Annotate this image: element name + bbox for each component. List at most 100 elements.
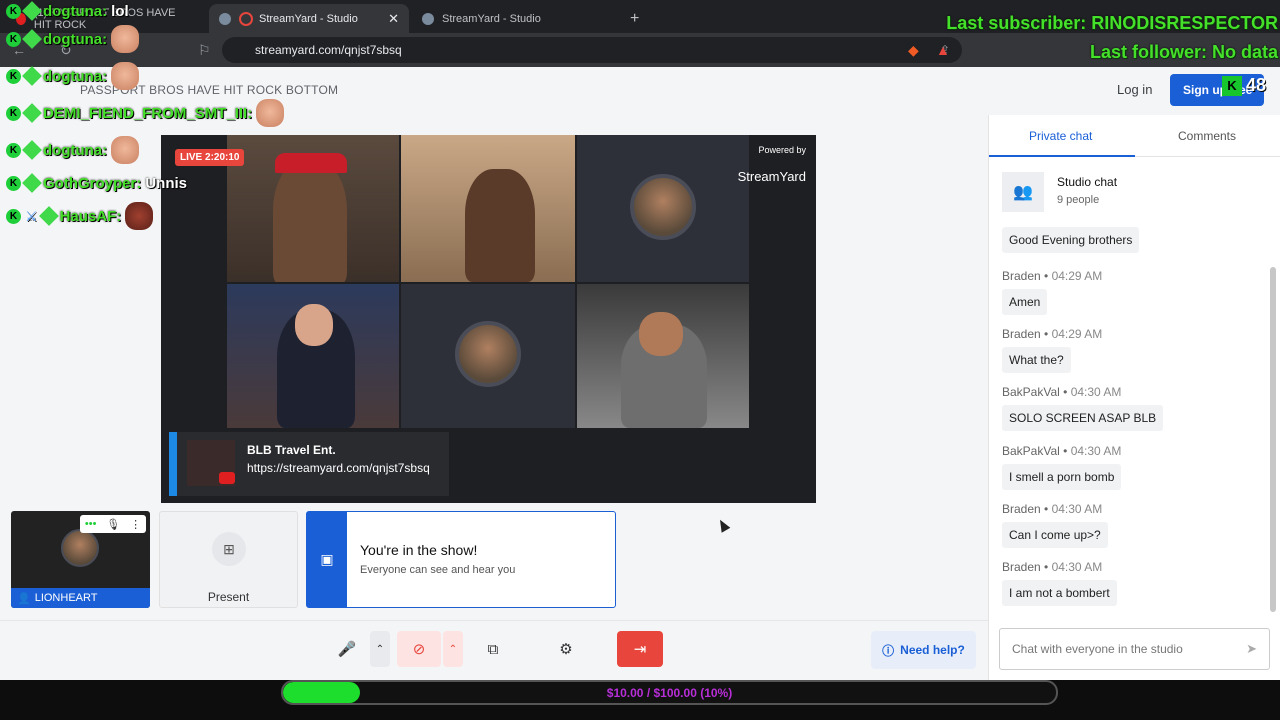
chat-message-text: SOLO SCREEN ASAP BLB: [1002, 405, 1164, 431]
kick-badge-icon: K: [6, 105, 21, 121]
chat-message-text: I smell a porn bomb: [1002, 464, 1122, 490]
camera-off-icon: ⊘: [412, 641, 426, 658]
streamyard-icon: [422, 12, 434, 25]
powered-by-text: Powered by: [758, 145, 806, 155]
kick-logo-icon: K: [1222, 75, 1242, 96]
user-card-icon: ▣: [307, 512, 347, 607]
chat-scrollbar[interactable]: [1270, 267, 1276, 612]
login-link[interactable]: Log in: [1117, 82, 1152, 97]
chat-time: 04:29 AM: [1051, 269, 1103, 283]
audio-level-icon: •••: [84, 518, 97, 530]
kick-badge-icon: K: [6, 31, 21, 47]
chevron-up-icon: ⌃: [375, 643, 385, 655]
need-help-button[interactable]: ⓘ Need help?: [871, 631, 976, 669]
browser-tab-studio[interactable]: StreamYard - Studio: [412, 4, 612, 33]
mouse-cursor-icon: [715, 517, 731, 533]
youtube-icon: [219, 472, 235, 484]
overlay-username: DEMI_FIEND_FROM_SMT_III:: [43, 104, 253, 122]
brave-shield-icon[interactable]: ◆: [908, 42, 919, 59]
chat-message-text: I am not a bombert: [1002, 580, 1117, 606]
self-name: LIONHEART: [34, 592, 98, 604]
participant-tile[interactable]: [577, 135, 749, 282]
overlay-chat-line: K dogtuna:: [6, 62, 140, 90]
kick-badge-icon: K: [6, 208, 21, 224]
participant-tile[interactable]: [401, 284, 575, 428]
url-text: streamyard.com/qnjst7sbsq: [255, 43, 402, 57]
streamyard-icon: [219, 12, 231, 25]
overlay-username: HausAF:: [59, 207, 122, 225]
chat-author: BakPakVal: [1002, 385, 1060, 399]
present-label: Present: [207, 590, 250, 604]
new-tab-button[interactable]: +: [620, 4, 644, 33]
url-field[interactable]: streamyard.com/qnjst7sbsq ⇪: [222, 37, 962, 63]
tab-label: StreamYard - Studio: [442, 12, 541, 25]
chat-message: Good Evening brothers: [1002, 225, 1140, 253]
chat-time: 04:30 AM: [1051, 560, 1103, 574]
camera-options-button[interactable]: ⌃: [443, 631, 463, 667]
help-icon: ⓘ: [882, 643, 895, 658]
viewer-counter: K 48: [1222, 75, 1266, 96]
share-screen-button[interactable]: ⧉: [475, 631, 511, 667]
bookmark-icon[interactable]: ⚐: [198, 42, 211, 59]
overlay-username: dogtuna:: [43, 2, 108, 20]
chat-message: Braden • 04:30 AM I am not a bombert: [1002, 560, 1117, 606]
participant-tile[interactable]: [227, 284, 399, 428]
sub-badge-icon: [22, 29, 42, 49]
close-icon[interactable]: ✕: [388, 11, 399, 27]
tab-comments[interactable]: Comments: [1178, 129, 1236, 143]
donation-goal-bar: $10.00 / $100.00 (10%): [281, 680, 1058, 705]
emote-icon: [111, 136, 140, 164]
overlay-chat-line: K ⚔ HausAF:: [6, 202, 154, 230]
more-options-icon[interactable]: ⋮: [130, 518, 141, 531]
emote-icon: [111, 25, 140, 53]
overlay-message: Unnis: [145, 174, 188, 192]
mic-options-button[interactable]: ⌃: [370, 631, 390, 667]
participant-avatar: [455, 321, 521, 387]
kick-badge-icon: K: [6, 142, 21, 158]
recording-icon: [239, 11, 253, 26]
chat-author: Braden: [1002, 502, 1041, 516]
chat-time: 04:29 AM: [1051, 327, 1103, 341]
studio-control-bar: 🎤 ⌃ ⊘ ⌃ ⧉ ⚙ ⇥ ⓘ Need help?: [0, 620, 988, 680]
camera-button[interactable]: ⊘: [397, 631, 441, 667]
in-show-card: ▣ You're in the show! Everyone can see a…: [306, 511, 616, 608]
chat-message-text: Amen: [1002, 289, 1048, 315]
person-icon: 👤: [17, 592, 31, 605]
chat-message: Braden • 04:29 AM What the?: [1002, 327, 1102, 373]
kick-badge-icon: K: [6, 68, 21, 84]
browser-tab-studio-active[interactable]: StreamYard - Studio ✕: [209, 4, 409, 33]
brave-rewards-icon[interactable]: ▲: [936, 42, 950, 58]
active-tab-indicator: [989, 155, 1135, 157]
send-icon[interactable]: ➤: [1246, 641, 1257, 657]
exit-icon: ⇥: [633, 641, 647, 658]
settings-button[interactable]: ⚙: [548, 631, 584, 667]
participant-tile[interactable]: [401, 135, 575, 282]
leave-studio-button[interactable]: ⇥: [617, 631, 663, 667]
mic-icon[interactable]: 🎙: [106, 518, 120, 531]
participant-tile[interactable]: [577, 284, 749, 428]
in-show-subtitle: Everyone can see and hear you: [360, 564, 516, 576]
sub-badge-icon: [22, 66, 42, 86]
kick-badge-icon: K: [6, 175, 21, 191]
viewer-count: 48: [1246, 75, 1267, 95]
mic-button[interactable]: 🎤: [330, 631, 364, 667]
chat-room-count: 9 people: [1057, 194, 1100, 206]
banner-title: BLB Travel Ent.: [247, 443, 336, 457]
tab-private-chat[interactable]: Private chat: [1029, 129, 1092, 143]
address-bar-row: ← ↻ ⚐ streamyard.com/qnjst7sbsq ⇪ ◆ ▲: [0, 33, 1280, 67]
overlay-username: GothGroyper:: [43, 174, 142, 192]
present-button[interactable]: ⊞ Present: [159, 511, 298, 608]
face-image: [295, 304, 333, 346]
present-screen-icon: ⊞: [212, 532, 246, 566]
participant-avatar: [630, 174, 696, 240]
emote-icon: [125, 202, 154, 230]
chat-panel: Private chat Comments 👥 Studio chat 9 pe…: [988, 115, 1280, 680]
participant-tile[interactable]: [227, 135, 399, 282]
powered-by-logo: Powered by StreamYard: [738, 145, 806, 184]
donation-goal-text: $10.00 / $100.00 (10%): [606, 686, 733, 700]
self-preview-tile[interactable]: ••• 🎙 ⋮ 👤 LIONHEART: [11, 511, 150, 608]
participant-video: [465, 169, 535, 282]
screen-share-icon: ⧉: [487, 640, 499, 658]
chat-input[interactable]: Chat with everyone in the studio ➤: [999, 628, 1270, 670]
overlay-chat-line: K GothGroyper: Unnis: [6, 172, 187, 194]
